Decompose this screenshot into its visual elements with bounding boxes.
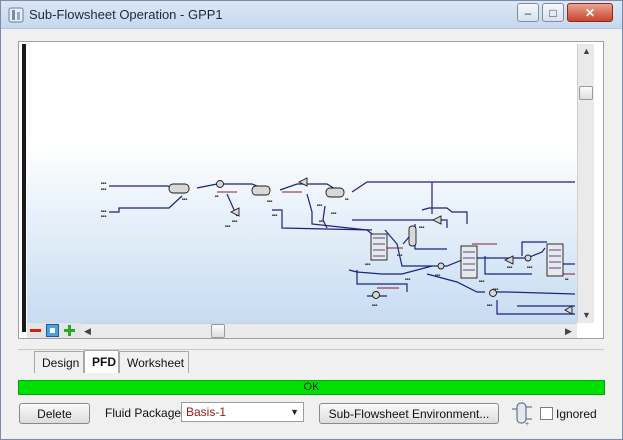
- svg-text:■■■: ■■■: [317, 203, 323, 207]
- fluid-package-select[interactable]: Basis-1 ▼: [181, 402, 304, 422]
- svg-text:■■■: ■■■: [479, 279, 485, 283]
- svg-text:■■■: ■■■: [435, 273, 441, 277]
- svg-text:■■■: ■■■: [419, 225, 425, 229]
- ignored-checkbox[interactable]: [540, 407, 553, 420]
- pfd-viewer: ■■■ ■■■ ■■■ ■■■ ■■■ ■■ ■■■ ■■■ ■■■ ■■■ ■■■ ■■ …: [18, 41, 604, 339]
- close-button[interactable]: ✕: [567, 3, 613, 22]
- maximize-button[interactable]: □: [542, 3, 564, 22]
- tab-design-label: Design: [42, 356, 80, 370]
- zoom-fit-icon: [46, 324, 59, 337]
- svg-text:■■: ■■: [215, 194, 219, 198]
- tab-pfd-label: PFD: [92, 355, 116, 369]
- svg-text:■■■: ■■■: [319, 219, 325, 223]
- zoom-in-button[interactable]: [62, 323, 77, 338]
- status-text: OK: [303, 381, 320, 393]
- svg-text:■■■: ■■■: [101, 214, 107, 218]
- svg-text:■■■: ■■■: [397, 253, 403, 257]
- pfd-canvas[interactable]: ■■■ ■■■ ■■■ ■■■ ■■■ ■■ ■■■ ■■■ ■■■ ■■■ ■■■ ■■ …: [27, 44, 577, 323]
- maximize-icon: □: [549, 5, 557, 20]
- svg-text:■■■: ■■■: [331, 211, 337, 215]
- svg-text:■■: ■■: [565, 277, 569, 281]
- pfd-left-border: [22, 44, 26, 332]
- zoom-fit-button[interactable]: [45, 323, 60, 338]
- ignored-label: Ignored: [556, 407, 597, 421]
- svg-text:■■■: ■■■: [182, 197, 188, 201]
- svg-text:■■■: ■■■: [365, 262, 371, 266]
- fluid-package-value: Basis-1: [186, 405, 227, 419]
- minimize-button[interactable]: –: [517, 3, 539, 22]
- svg-text:■■■: ■■■: [272, 213, 278, 217]
- vertical-scrollbar[interactable]: ▲ ▼: [577, 44, 594, 323]
- svg-text:■■■: ■■■: [527, 265, 533, 269]
- svg-text:■■: ■■: [345, 197, 349, 201]
- svg-text:■■■: ■■■: [267, 199, 273, 203]
- svg-text:■■■: ■■■: [507, 265, 513, 269]
- flowsheet-drawing: ■■■■■■ ■■■■■■ ■■■■■ ■■■■■■ ■■■■■■ ■■■■■ …: [101, 177, 576, 315]
- vertical-scroll-thumb[interactable]: [579, 86, 593, 100]
- horizontal-scroll-thumb[interactable]: [211, 324, 225, 338]
- delete-button[interactable]: Delete: [19, 403, 90, 424]
- fluid-package-label: Fluid Package: [105, 406, 182, 420]
- zoom-out-button[interactable]: [28, 323, 43, 338]
- svg-text:■■■: ■■■: [405, 277, 411, 281]
- window-title: Sub-Flowsheet Operation - GPP1: [29, 7, 223, 22]
- scroll-right-icon[interactable]: ▶: [565, 326, 572, 337]
- svg-text:■■■: ■■■: [232, 219, 238, 223]
- status-bar: OK: [18, 380, 605, 395]
- tab-pfd[interactable]: PFD: [84, 350, 119, 373]
- tab-worksheet-label: Worksheet: [127, 356, 185, 370]
- svg-text:■■■: ■■■: [372, 303, 378, 307]
- tab-worksheet[interactable]: Worksheet: [119, 351, 189, 373]
- svg-text:■■■: ■■■: [487, 303, 493, 307]
- svg-text:■■■: ■■■: [493, 287, 499, 291]
- scroll-left-icon[interactable]: ◀: [84, 326, 91, 337]
- zoom-out-icon: [30, 329, 41, 332]
- ignore-operation-icon[interactable]: +: [510, 401, 534, 427]
- svg-text:■■■: ■■■: [101, 181, 107, 185]
- scroll-down-icon[interactable]: ▼: [582, 310, 591, 320]
- minimize-icon: –: [524, 5, 532, 20]
- tab-design[interactable]: Design: [34, 351, 84, 373]
- scroll-up-icon[interactable]: ▲: [582, 46, 591, 56]
- svg-text:■■■: ■■■: [101, 209, 107, 213]
- horizontal-scrollbar[interactable]: ◀ ▶: [81, 323, 577, 338]
- title-bar: Sub-Flowsheet Operation - GPP1 – □ ✕: [1, 1, 622, 29]
- svg-text:+: +: [525, 421, 529, 427]
- zoom-in-icon: [64, 325, 75, 336]
- zoom-toolbar: [27, 323, 81, 338]
- environment-button-label: Sub-Flowsheet Environment...: [328, 406, 490, 421]
- sub-flowsheet-environment-button[interactable]: Sub-Flowsheet Environment...: [319, 403, 499, 424]
- close-icon: ✕: [584, 5, 596, 20]
- svg-text:■■■: ■■■: [225, 224, 231, 228]
- app-icon: [8, 7, 24, 23]
- chevron-down-icon: ▼: [290, 407, 299, 417]
- sub-flowsheet-window: Sub-Flowsheet Operation - GPP1 – □ ✕ ■■■…: [0, 0, 623, 440]
- svg-text:■■■: ■■■: [101, 187, 107, 191]
- delete-button-label: Delete: [37, 406, 72, 421]
